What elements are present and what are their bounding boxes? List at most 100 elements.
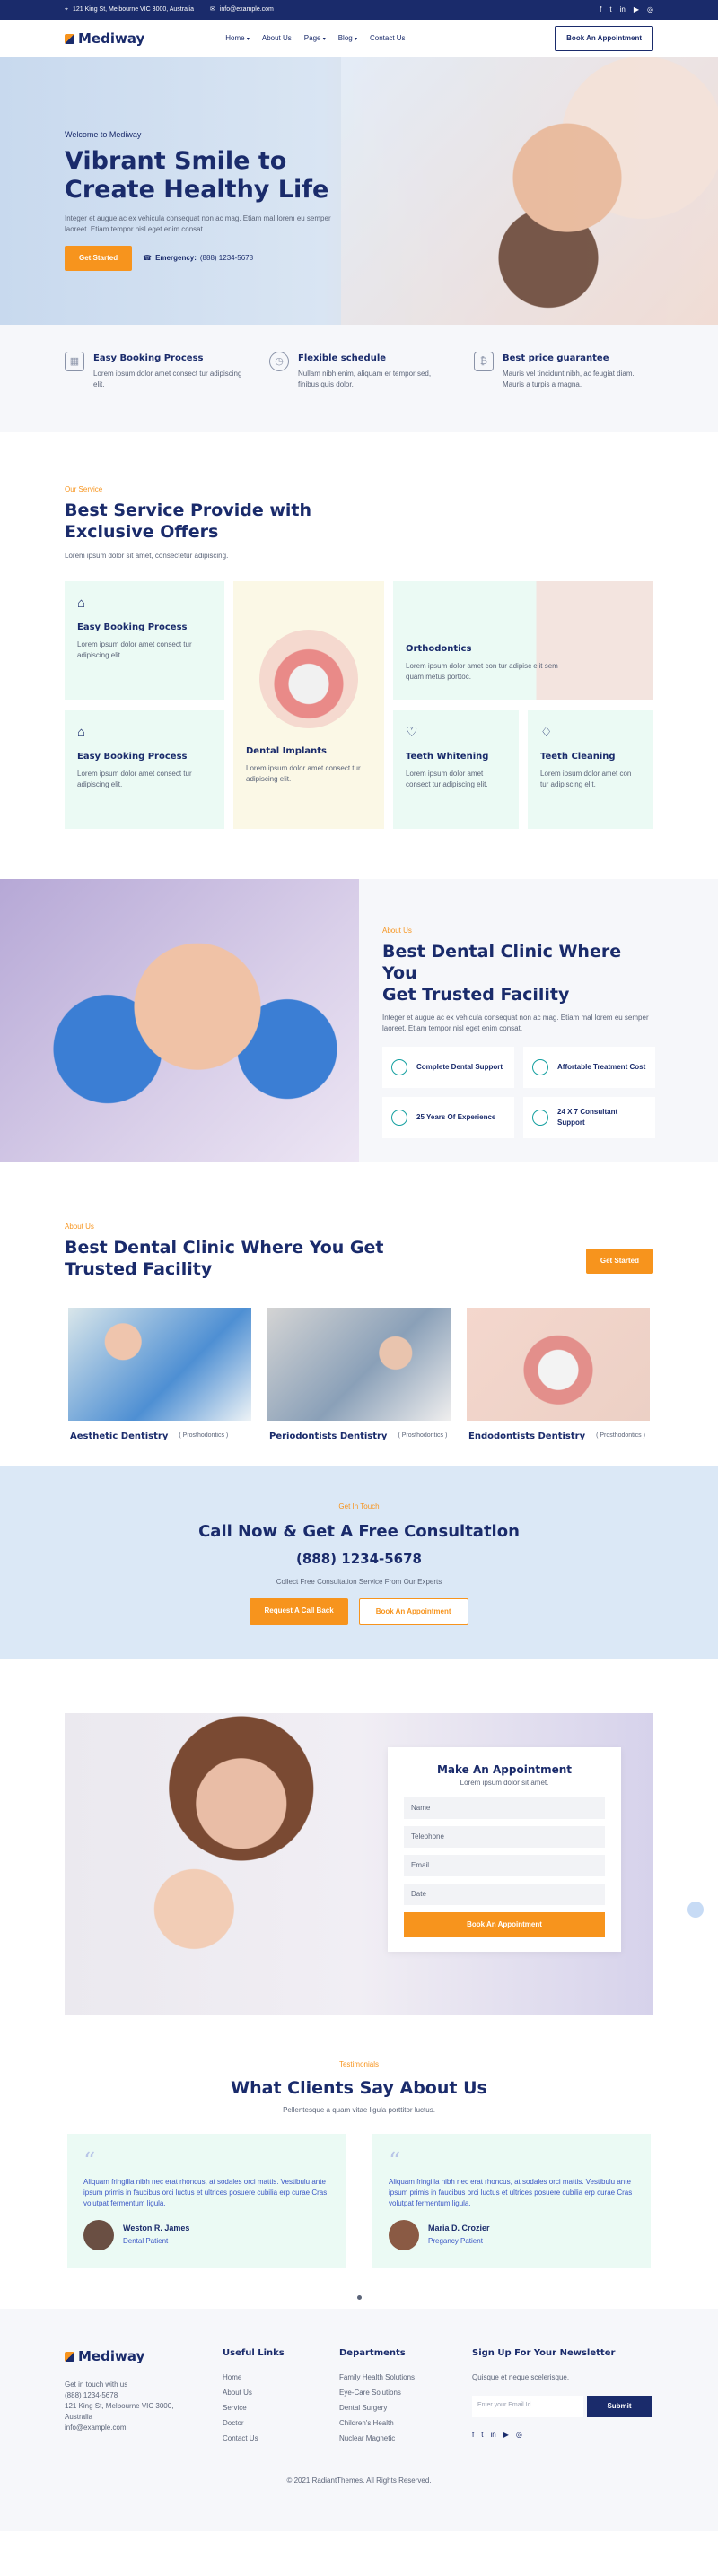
quote-icon: “ bbox=[389, 2147, 401, 2175]
contact-phone[interactable]: (888) 1234-5678 bbox=[65, 2390, 223, 2401]
booking-icon: ⌂ bbox=[77, 724, 86, 740]
footer-link[interactable]: About Us bbox=[223, 2388, 339, 2398]
footer-link[interactable]: Nuclear Magnetic bbox=[339, 2433, 472, 2444]
email-field[interactable]: Email bbox=[404, 1855, 605, 1876]
social-links: f t in ▶ ◎ bbox=[600, 4, 653, 15]
hero-text: Integer et augue ac ex vehicula consequa… bbox=[65, 214, 331, 234]
facebook-icon[interactable]: f bbox=[472, 2430, 474, 2441]
feature-item: ◷ Flexible schedule Nullam nibh enim, al… bbox=[269, 352, 447, 390]
service-card[interactable]: ⌂ Easy Booking Process Lorem ipsum dolor… bbox=[65, 580, 224, 700]
testimonials-eyebrow: Testimonials bbox=[338, 2060, 379, 2068]
name-field[interactable]: Name bbox=[404, 1797, 605, 1819]
get-started-button[interactable]: Get Started bbox=[585, 1248, 653, 1274]
youtube-icon[interactable]: ▶ bbox=[634, 4, 639, 15]
team-card[interactable]: Aesthetic Dentistry ( Prosthodontics ) bbox=[65, 1307, 255, 1443]
brand-name: Mediway bbox=[78, 30, 145, 47]
testimonial-card: “ Aliquam fringilla nibh nec erat rhoncu… bbox=[372, 2133, 651, 2268]
services-grid: ⌂ Easy Booking Process Lorem ipsum dolor… bbox=[65, 580, 653, 829]
footer-link[interactable]: Family Health Solutions bbox=[339, 2372, 472, 2383]
calendar-icon: ▦ bbox=[65, 352, 84, 371]
about-title: Best Dental Clinic Where You Get Trusted … bbox=[382, 942, 622, 1005]
footer-heading: Sign Up For Your Newsletter bbox=[472, 2348, 616, 2358]
service-card[interactable]: ⌂ Easy Booking Process Lorem ipsum dolor… bbox=[65, 709, 224, 829]
instagram-icon[interactable]: ◎ bbox=[647, 4, 653, 15]
linkedin-icon[interactable]: in bbox=[490, 2430, 495, 2441]
footer-link[interactable]: Contact Us bbox=[223, 2433, 339, 2444]
cta-title: Call Now & Get A Free Consultation bbox=[198, 1522, 520, 1541]
team-card[interactable]: Periodontists Dentistry ( Prosthodontics … bbox=[264, 1307, 454, 1443]
contact-email[interactable]: info@example.com bbox=[65, 2423, 223, 2433]
location-icon: ⌖ bbox=[65, 5, 68, 13]
book-appointment-button[interactable]: Book An Appointment bbox=[555, 26, 653, 51]
service-title: Orthodontics bbox=[406, 643, 472, 654]
tooth-icon: ♡ bbox=[406, 724, 418, 740]
team-name: Periodontists Dentistry bbox=[269, 1431, 388, 1441]
service-text: Lorem ipsum dolor amet con tur adipisc e… bbox=[406, 661, 558, 681]
service-card-featured[interactable]: Dental Implants Lorem ipsum dolor amet c… bbox=[233, 580, 384, 829]
footer-link[interactable]: Doctor bbox=[223, 2418, 339, 2429]
service-card[interactable]: ♢ Teeth Cleaning Lorem ipsum dolor amet … bbox=[528, 709, 653, 829]
date-field[interactable]: Date bbox=[404, 1884, 605, 1905]
instagram-icon[interactable]: ◎ bbox=[516, 2430, 522, 2441]
footer-link[interactable]: Children's Health bbox=[339, 2418, 472, 2429]
footer-logo[interactable]: Mediway bbox=[65, 2346, 223, 2367]
footer-link[interactable]: Dental Surgery bbox=[339, 2403, 472, 2414]
nav-item-home[interactable]: Home ▾ bbox=[225, 33, 250, 44]
feature-item: ▦ Easy Booking Process Lorem ipsum dolor… bbox=[65, 352, 242, 390]
email-text[interactable]: info@example.com bbox=[220, 5, 274, 15]
footer-link[interactable]: Home bbox=[223, 2372, 339, 2383]
phone-icon: ☎ bbox=[143, 254, 153, 263]
service-text: Lorem ipsum dolor amet consect tur adipi… bbox=[406, 770, 488, 788]
team-image bbox=[267, 1307, 451, 1421]
newsletter-email-input[interactable]: Enter your Email Id bbox=[472, 2396, 583, 2417]
footer-link[interactable]: Eye-Care Solutions bbox=[339, 2388, 472, 2398]
footer-useful-links: Useful Links Home About Us Service Docto… bbox=[223, 2346, 339, 2449]
services-section: Our Service Best Service Provide with Exc… bbox=[0, 432, 718, 879]
client-role: Dental Patient bbox=[123, 2236, 169, 2245]
service-card-wide[interactable]: Orthodontics Lorem ipsum dolor amet con … bbox=[393, 580, 653, 700]
cta-phone[interactable]: (888) 1234-5678 bbox=[0, 1549, 718, 1570]
telephone-field[interactable]: Telephone bbox=[404, 1826, 605, 1848]
team-card[interactable]: Endodontists Dentistry ( Prosthodontics ) bbox=[463, 1307, 653, 1443]
twitter-icon[interactable]: t bbox=[481, 2430, 483, 2441]
service-card[interactable]: ♡ Teeth Whitening Lorem ipsum dolor amet… bbox=[393, 709, 519, 829]
nav-item-blog[interactable]: Blog ▾ bbox=[338, 33, 357, 44]
footer-newsletter: Sign Up For Your Newsletter Quisque et n… bbox=[472, 2346, 653, 2449]
team-tag: ( Prosthodontics ) bbox=[398, 1432, 448, 1439]
team-section: About Us Best Dental Clinic Where You Ge… bbox=[0, 1162, 718, 1466]
support-icon bbox=[391, 1059, 407, 1076]
logo-mark-icon bbox=[65, 33, 74, 44]
twitter-icon[interactable]: t bbox=[609, 4, 611, 15]
service-text: Lorem ipsum dolor amet consect tur adipi… bbox=[246, 763, 361, 783]
nav-item-contact[interactable]: Contact Us bbox=[370, 33, 406, 44]
cost-icon bbox=[532, 1059, 548, 1076]
logo[interactable]: Mediway bbox=[65, 29, 144, 49]
youtube-icon[interactable]: ▶ bbox=[503, 2430, 509, 2441]
service-title: Teeth Cleaning bbox=[540, 752, 616, 761]
service-title: Easy Booking Process bbox=[77, 622, 188, 632]
request-call-back-button[interactable]: Request A Call Back bbox=[250, 1597, 348, 1625]
carousel-dots[interactable] bbox=[0, 2294, 718, 2300]
book-appointment-submit[interactable]: Book An Appointment bbox=[404, 1912, 605, 1937]
service-title: Dental Implants bbox=[246, 745, 327, 756]
about-feature-box: 24 X 7 Consultant Support bbox=[523, 1097, 655, 1139]
footer-contact: Mediway Get in touch with us (888) 1234-… bbox=[65, 2346, 223, 2449]
get-started-button[interactable]: Get Started bbox=[65, 246, 133, 272]
book-appointment-button[interactable]: Book An Appointment bbox=[358, 1597, 468, 1625]
piggy-bank-icon: ₿ bbox=[474, 352, 494, 371]
nav-item-about[interactable]: About Us bbox=[262, 33, 292, 44]
nav-item-page[interactable]: Page ▾ bbox=[304, 33, 326, 44]
chevron-down-icon: ▾ bbox=[246, 37, 250, 42]
newsletter-submit-button[interactable]: Submit bbox=[587, 2396, 652, 2417]
feature-title: Easy Booking Process bbox=[93, 353, 204, 363]
team-name: Endodontists Dentistry bbox=[468, 1431, 586, 1441]
about-feature-box: Complete Dental Support bbox=[382, 1047, 514, 1089]
footer-link[interactable]: Service bbox=[223, 2403, 339, 2414]
tooth-clean-icon: ♢ bbox=[540, 724, 553, 740]
linkedin-icon[interactable]: in bbox=[620, 4, 626, 15]
service-text: Lorem ipsum dolor amet consect tur adipi… bbox=[77, 640, 192, 659]
email-info[interactable]: ✉ info@example.com bbox=[210, 5, 274, 15]
carousel-dot[interactable] bbox=[356, 2294, 362, 2300]
consultation-cta: Get In Touch Call Now & Get A Free Consu… bbox=[0, 1466, 718, 1659]
facebook-icon[interactable]: f bbox=[600, 4, 601, 15]
